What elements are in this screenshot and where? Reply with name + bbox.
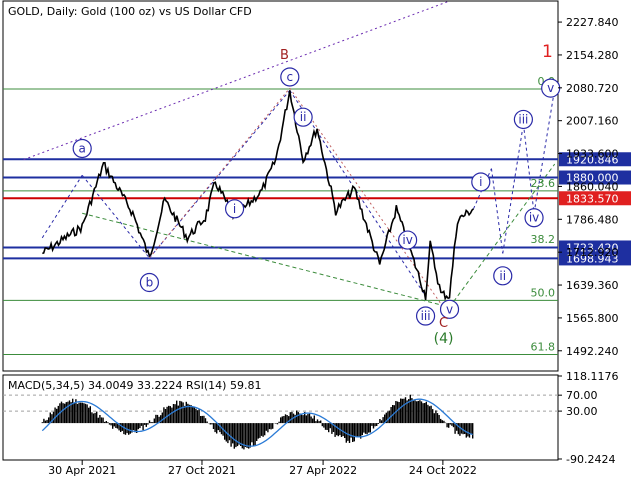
- chart-root: 0.023.638.250.061.8 1920.8461880.0001833…: [0, 0, 640, 480]
- y-tick-label: 1492.240: [566, 345, 619, 358]
- x-tick-label: 27 Apr 2022: [289, 464, 357, 477]
- wave-label: v: [446, 302, 453, 316]
- y-tick-label: 1712.920: [566, 246, 619, 259]
- wave-label-red: B: [280, 48, 289, 63]
- y-tick-label: 2154.280: [566, 49, 619, 62]
- x-tick-label: 30 Apr 2021: [48, 464, 116, 477]
- y-tick-label: 2227.840: [566, 16, 619, 29]
- y-tick-label: 1933.600: [566, 148, 619, 161]
- wave-label: ii: [300, 110, 307, 124]
- chart-svg: 0.023.638.250.061.8 1920.8461880.0001833…: [0, 0, 640, 480]
- wave-label-red: C: [439, 316, 448, 331]
- macd-y-tick-label: -90.2424: [566, 453, 615, 466]
- wave-label: i: [479, 175, 482, 189]
- wave-label: c: [287, 70, 294, 84]
- wave-label: i: [233, 202, 236, 216]
- macd-y-tick-label: 30.00: [566, 405, 598, 418]
- wave-label-green: (4): [434, 331, 454, 347]
- macd-y-tick-label: 118.1176: [566, 370, 619, 383]
- y-tick-label: 2080.720: [566, 82, 619, 95]
- fib-label: 50.0: [531, 286, 556, 299]
- y-tick-label: 1860.040: [566, 180, 619, 193]
- macd-y-tick-label: 70.00: [566, 389, 598, 402]
- y-tick-label: 1639.360: [566, 279, 619, 292]
- y-tick-label: 2007.160: [566, 115, 619, 128]
- wave-degree-label: 1: [542, 42, 553, 62]
- wave-label: iv: [529, 211, 539, 225]
- macd-header: MACD(5,34,5) 34.0049 33.2224 RSI(14) 59.…: [8, 379, 261, 392]
- fib-label: 23.6: [531, 177, 556, 190]
- y-tick-label: 1786.480: [566, 213, 619, 226]
- x-tick-label: 27 Oct 2021: [168, 464, 236, 477]
- wave-label: a: [79, 141, 86, 155]
- fib-label: 61.8: [531, 340, 556, 353]
- wave-label: v: [547, 81, 554, 95]
- wave-label: ii: [499, 269, 506, 283]
- wave-label: b: [146, 276, 154, 290]
- wave-label: iii: [421, 309, 431, 323]
- wave-label: iv: [402, 233, 412, 247]
- wave-label: iii: [518, 112, 528, 126]
- fib-label: 38.2: [531, 233, 556, 246]
- y-tick-label: 1565.800: [566, 312, 619, 325]
- x-tick-label: 24 Oct 2022: [409, 464, 477, 477]
- level-badge-label: 1833.570: [566, 192, 619, 205]
- chart-title: GOLD, Daily: Gold (100 oz) vs US Dollar …: [8, 5, 252, 18]
